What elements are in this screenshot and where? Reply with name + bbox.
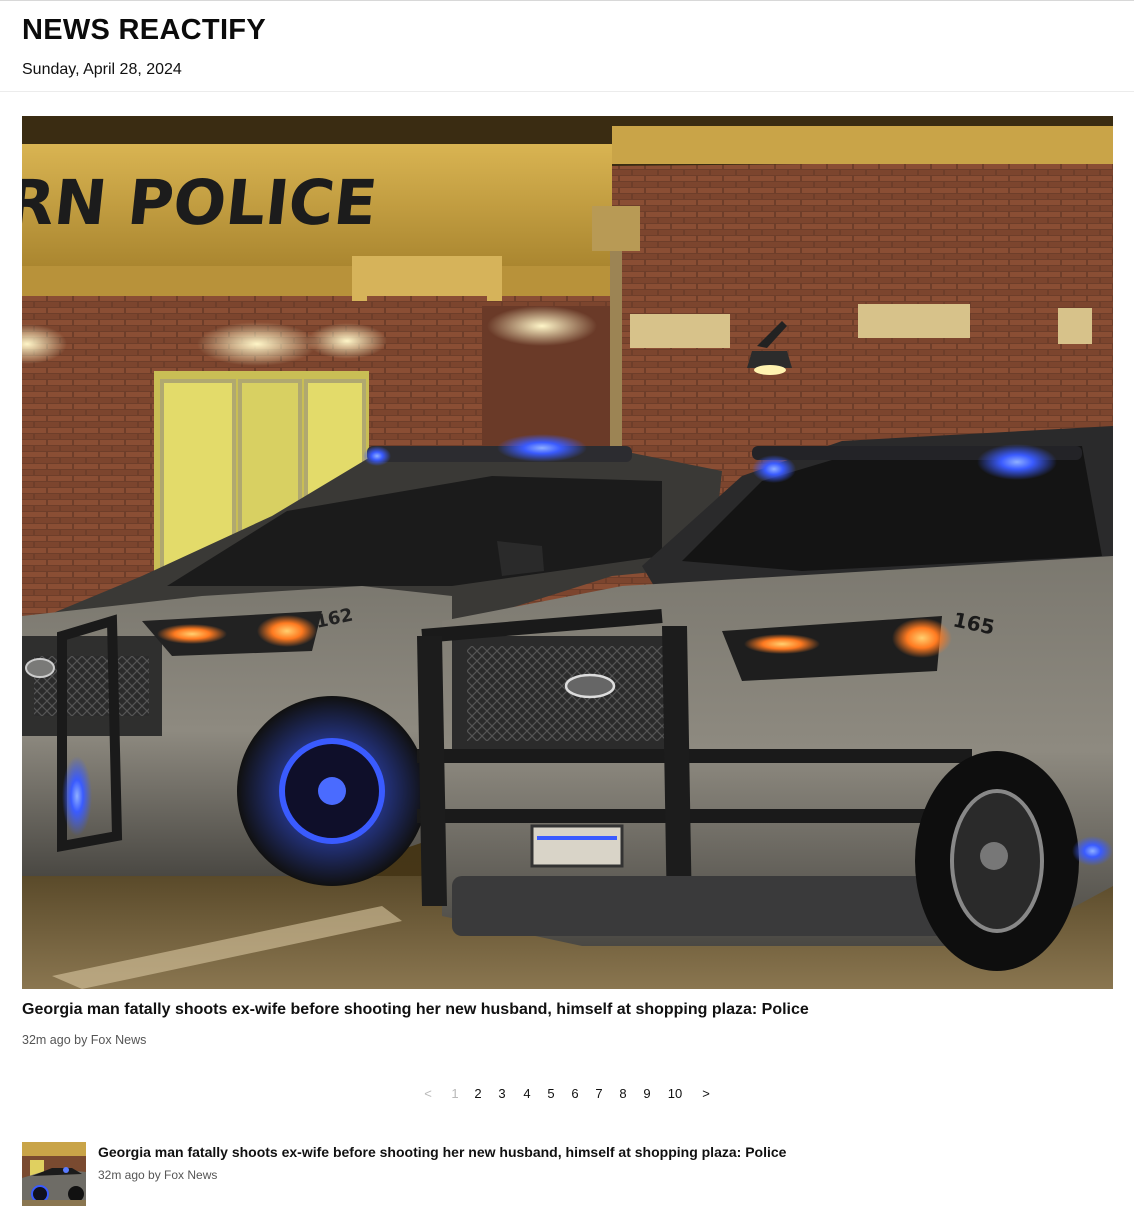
page-2[interactable]: 2 [468, 1086, 488, 1101]
page-6[interactable]: 6 [565, 1086, 585, 1101]
current-date: Sunday, April 28, 2024 [22, 61, 182, 78]
featured-article-image[interactable]: RN POLICE 162 165 [22, 116, 1113, 989]
police-sign-text: RN POLICE [22, 166, 380, 239]
featured-headline[interactable]: Georgia man fatally shoots ex-wife befor… [22, 1001, 1113, 1019]
page-4[interactable]: 4 [517, 1086, 537, 1101]
prev-page-button[interactable]: < [418, 1086, 438, 1101]
featured-meta: 32m ago by Fox News [22, 1033, 147, 1047]
list-item[interactable]: Georgia man fatally shoots ex-wife befor… [22, 1142, 1113, 1208]
article-thumbnail [22, 1142, 86, 1206]
page-3[interactable]: 3 [492, 1086, 512, 1101]
site-header: NEWS REACTIFY Sunday, April 28, 2024 [0, 1, 1134, 92]
page-9[interactable]: 9 [637, 1086, 657, 1101]
pagination: < 1 2 3 4 5 6 7 8 9 10 > [0, 1086, 1134, 1108]
police-cars-photo: RN POLICE 162 165 [22, 116, 1113, 989]
article-meta: 32m ago by Fox News [98, 1168, 218, 1182]
page-1[interactable]: 1 [445, 1086, 465, 1101]
page-10[interactable]: 10 [661, 1086, 689, 1101]
page-8[interactable]: 8 [613, 1086, 633, 1101]
page-7[interactable]: 7 [589, 1086, 609, 1101]
site-title[interactable]: NEWS REACTIFY [22, 14, 266, 47]
page-5[interactable]: 5 [541, 1086, 561, 1101]
next-page-button[interactable]: > [696, 1086, 716, 1101]
article-title[interactable]: Georgia man fatally shoots ex-wife befor… [98, 1144, 786, 1160]
